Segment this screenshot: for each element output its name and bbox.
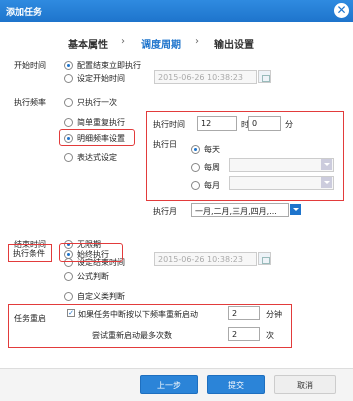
submit-button[interactable]: 提交: [207, 375, 265, 394]
day-monthly-label: 每月: [204, 181, 220, 190]
cancel-button[interactable]: 取消: [274, 375, 336, 394]
day-monthly-radio[interactable]: [191, 181, 200, 190]
freq-detail-label: 明细频率设置: [77, 134, 125, 143]
freq-once-radio[interactable]: [64, 98, 73, 107]
start-time-label: 开始时间: [14, 61, 46, 70]
restart-interval-input[interactable]: 2: [228, 306, 260, 320]
start-immediate-radio[interactable]: [64, 61, 73, 70]
cond-formula-radio[interactable]: [64, 272, 73, 281]
hour-input[interactable]: 12: [197, 116, 237, 131]
close-icon[interactable]: ✕: [334, 3, 349, 18]
exec-day-label: 执行日: [153, 140, 177, 149]
cond-always-radio[interactable]: [64, 250, 73, 259]
cond-custom-label: 自定义类判断: [77, 292, 125, 301]
restart-checkbox-label: 如果任务中断按以下频率重新启动: [78, 310, 198, 319]
day-daily-radio[interactable]: [191, 145, 200, 154]
freq-simple-repeat-label: 简单重复执行: [77, 118, 125, 127]
freq-detail-radio[interactable]: [64, 134, 73, 143]
exec-cond-label: 执行条件: [13, 249, 45, 258]
step-arrow-icon: ›: [195, 36, 199, 47]
minute-input[interactable]: 0: [248, 116, 281, 131]
day-weekly-label: 每周: [204, 163, 220, 172]
start-calendar-icon[interactable]: [258, 70, 271, 83]
dialog-title: 添加任务: [6, 8, 43, 18]
end-calendar-icon[interactable]: [258, 252, 271, 265]
cond-formula-label: 公式判断: [77, 272, 109, 281]
freq-simple-repeat-radio[interactable]: [64, 118, 73, 127]
month-select[interactable]: 一月,二月,三月,四月,...: [191, 203, 289, 217]
start-set-time-label: 设定开始时间: [77, 74, 125, 83]
minute-unit: 分: [285, 120, 293, 129]
step-schedule-period[interactable]: 调度周期: [141, 36, 181, 51]
cond-custom-radio[interactable]: [64, 292, 73, 301]
cond-always-label: 始终执行: [77, 250, 109, 259]
step-output-settings[interactable]: 输出设置: [214, 36, 254, 51]
day-daily-label: 每天: [204, 145, 220, 154]
restart-label: 任务重启: [14, 314, 46, 323]
start-set-time-radio[interactable]: [64, 74, 73, 83]
weekly-select[interactable]: [229, 158, 334, 172]
prev-button[interactable]: 上一步: [140, 375, 198, 394]
exec-time-label: 执行时间: [153, 120, 185, 129]
freq-expression-radio[interactable]: [64, 153, 73, 162]
step-basic-attributes[interactable]: 基本属性: [68, 36, 108, 51]
retry-label: 尝试重新启动最多次数: [92, 331, 172, 340]
dialog-titlebar: [0, 0, 353, 22]
exec-freq-label: 执行频率: [14, 98, 46, 107]
step-arrow-icon: ›: [121, 36, 125, 47]
retry-count-input[interactable]: 2: [228, 327, 260, 341]
month-dropdown-icon[interactable]: [290, 204, 301, 215]
monthly-dropdown-icon[interactable]: [321, 177, 332, 188]
monthly-select[interactable]: [229, 176, 334, 190]
day-weekly-radio[interactable]: [191, 163, 200, 172]
freq-expression-label: 表达式设定: [77, 153, 117, 162]
start-datetime-input[interactable]: 2015-06-26 10:38:23: [154, 70, 257, 84]
restart-interval-unit: 分钟: [266, 310, 282, 319]
end-datetime-input[interactable]: 2015-06-26 10:38:23: [154, 252, 257, 266]
retry-unit: 次: [266, 331, 274, 340]
weekly-dropdown-icon[interactable]: [321, 159, 332, 170]
freq-once-label: 只执行一次: [77, 98, 117, 107]
restart-checkbox[interactable]: ✓: [67, 309, 75, 317]
start-immediate-label: 配置结束立即执行: [77, 61, 141, 70]
exec-month-label: 执行月: [153, 207, 177, 216]
